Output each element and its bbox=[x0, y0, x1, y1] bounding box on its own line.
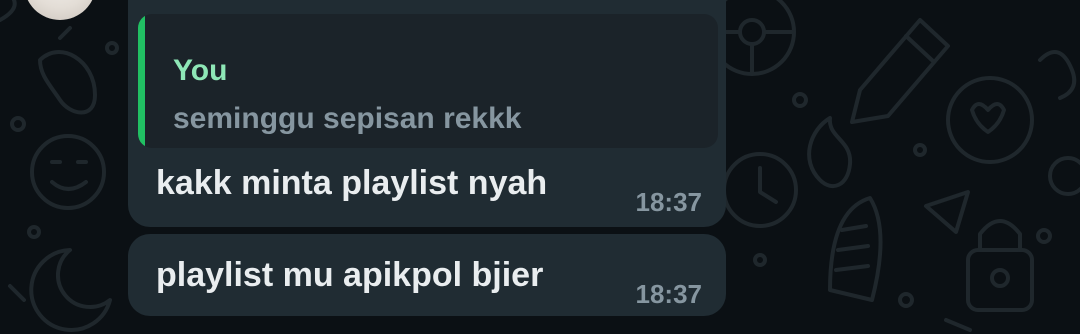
message-time: 18:37 bbox=[635, 187, 703, 217]
smiley-doodle-icon bbox=[30, 134, 106, 210]
message-time: 18:37 bbox=[635, 279, 703, 309]
pencil-doodle-icon bbox=[850, 18, 950, 124]
message-text: kakk minta playlist nyah bbox=[156, 164, 548, 202]
quote-accent-bar bbox=[138, 14, 145, 148]
corn-doodle-icon bbox=[828, 196, 883, 302]
quoted-reply[interactable]: You seminggu sepisan rekkk bbox=[138, 14, 718, 148]
lock-doodle-icon bbox=[966, 219, 1034, 312]
message-bubble[interactable]: You seminggu sepisan rekkk kakk minta pl… bbox=[128, 0, 726, 227]
ring-doodle-icon bbox=[1038, 50, 1080, 196]
message-text: playlist mu apikpol bjier bbox=[156, 256, 544, 294]
heart-doodle-icon bbox=[946, 76, 1034, 164]
clock-doodle-icon bbox=[722, 152, 798, 228]
flame-doodle-icon bbox=[807, 116, 853, 189]
pepper-doodle-icon bbox=[38, 26, 97, 115]
message-bubble[interactable]: playlist mu apikpol bjier 18:37 bbox=[128, 234, 726, 316]
quote-author: You bbox=[173, 54, 228, 87]
moon-doodle-icon bbox=[29, 248, 112, 332]
quote-text: seminggu sepisan rekkk bbox=[173, 102, 522, 135]
send-doodle-icon bbox=[924, 190, 970, 234]
